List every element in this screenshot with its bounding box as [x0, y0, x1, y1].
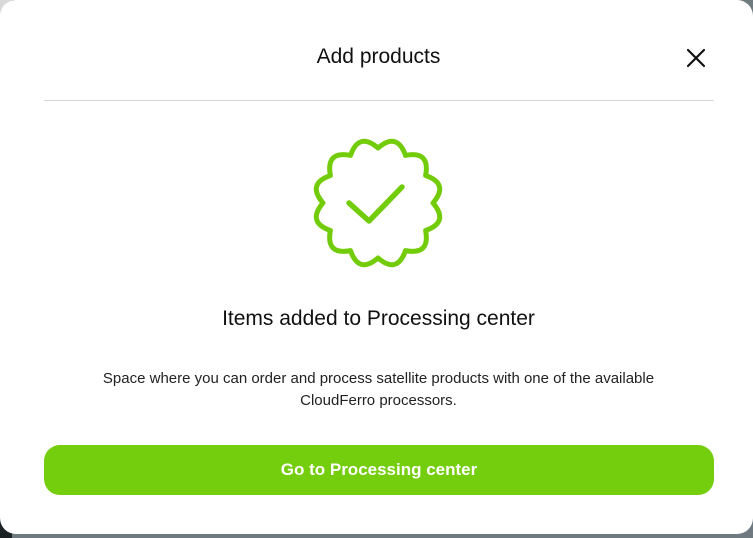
modal-header: Add products [0, 0, 753, 100]
badge-check-icon [303, 133, 453, 273]
description: Space where you can order and process sa… [40, 368, 717, 412]
close-icon [686, 48, 706, 68]
description-line-1: Space where you can order and process sa… [102, 370, 655, 387]
close-button[interactable] [682, 44, 710, 72]
description-line-2: CloudFerro processors. [300, 392, 457, 409]
go-to-processing-center-button[interactable]: Go to Processing center [44, 445, 714, 495]
modal-title: Add products [316, 45, 441, 68]
header-divider [44, 100, 714, 101]
success-title: Items added to Processing center [222, 307, 535, 330]
add-products-modal: Add products Items added to Processing c… [0, 0, 753, 534]
